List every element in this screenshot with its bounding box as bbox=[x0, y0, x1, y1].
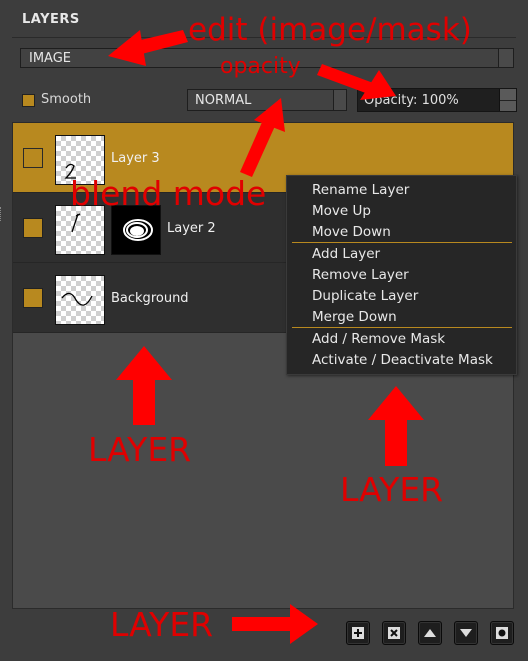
arrow-to-toolbar bbox=[232, 617, 294, 631]
annotation-layer-list: LAYER bbox=[88, 430, 192, 469]
annotation-layer-toolbar: LAYER bbox=[110, 605, 214, 644]
annotation-arrows bbox=[108, 30, 424, 644]
annotation-layer-menu: LAYER bbox=[340, 470, 444, 509]
annotation-opacity: opacity bbox=[220, 54, 301, 79]
layers-panel: LAYERS IMAGE Smooth NORMAL Opacity: 100%… bbox=[0, 0, 528, 661]
arrow-to-context-menu bbox=[385, 418, 407, 466]
arrow-to-blend-mode bbox=[240, 120, 275, 177]
arrow-to-layer-list bbox=[133, 378, 155, 425]
annotation-edit: edit (image/mask) bbox=[188, 12, 472, 48]
annotation-blend-mode: blend mode bbox=[70, 174, 267, 213]
